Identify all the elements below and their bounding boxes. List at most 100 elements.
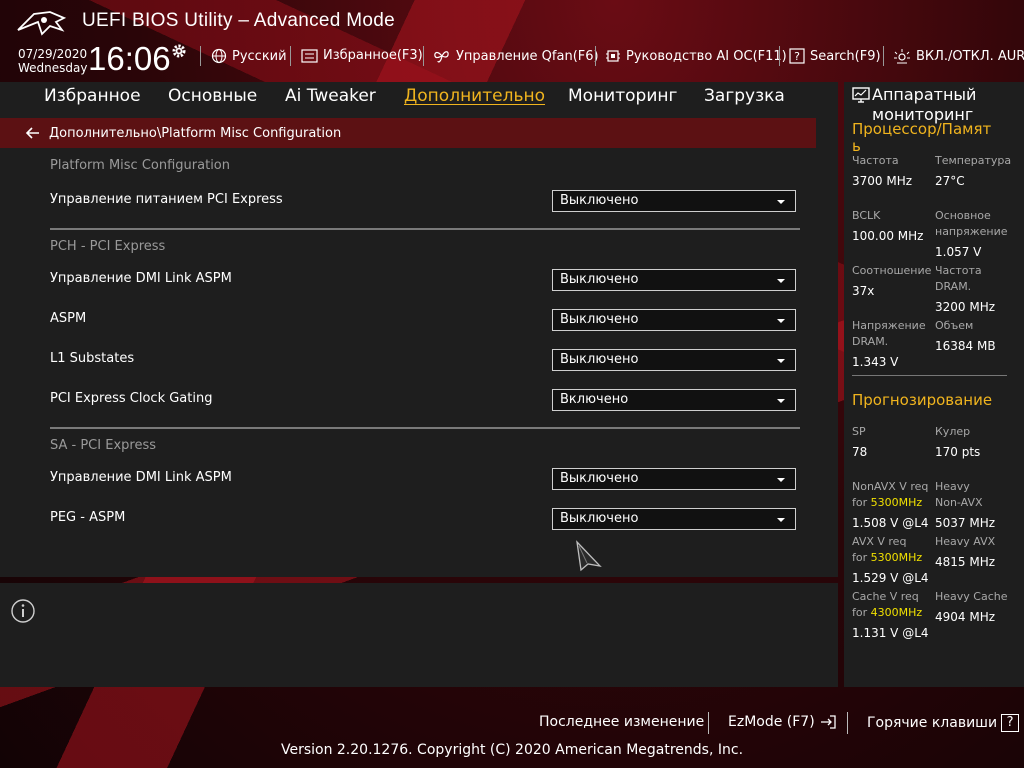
heavy-cache-label: Heavy Cache bbox=[935, 590, 1008, 603]
sa-dmi-aspm-value: Выключено bbox=[560, 471, 639, 486]
hotkeys-button[interactable]: Горячие клавиши ? bbox=[867, 714, 1020, 732]
language-button[interactable]: Русский bbox=[211, 48, 287, 64]
clock-gating-value: Включено bbox=[560, 392, 629, 407]
dropdown-caret-icon bbox=[777, 478, 785, 482]
main-tabs: Избранное Основные Ai Tweaker Дополнител… bbox=[0, 82, 838, 112]
tab-ai-tweaker[interactable]: Ai Tweaker bbox=[285, 86, 376, 106]
target-frequency: 4300MHz bbox=[870, 606, 923, 619]
heading-line: ь bbox=[852, 137, 861, 155]
monitor-title: Аппаратный мониторинг bbox=[872, 85, 1022, 125]
settings-panel: Дополнительно\Platform Misc Configuratio… bbox=[0, 112, 838, 577]
ai-chip-icon bbox=[606, 50, 620, 62]
weekday-text: Wednesday bbox=[18, 61, 88, 75]
avx-req-value: 1.529 V @L4 bbox=[852, 571, 929, 585]
tab-monitor[interactable]: Мониторинг bbox=[568, 86, 677, 106]
label-line: Напряжение bbox=[852, 319, 926, 332]
search-label: Search(F9) bbox=[810, 48, 881, 64]
favorites-button[interactable]: Избранное(F3) bbox=[301, 48, 423, 63]
label-line: for 4300MHz bbox=[852, 605, 922, 621]
monitor-title-line: Аппаратный bbox=[872, 85, 977, 104]
clock-gating-dropdown[interactable]: Включено bbox=[552, 389, 796, 411]
l1-substates-label: L1 Substates bbox=[50, 351, 135, 366]
label-prefix: for bbox=[852, 496, 871, 509]
qfan-button[interactable]: Управление Qfan(F6) bbox=[433, 48, 599, 64]
dropdown-caret-icon bbox=[777, 359, 785, 363]
core-voltage-label: Основное напряжение bbox=[935, 208, 1008, 240]
app-title: UEFI BIOS Utility – Advanced Mode bbox=[82, 10, 395, 31]
label-line: Cache V req bbox=[852, 590, 919, 603]
sp-label: SP bbox=[852, 425, 866, 438]
dram-freq-label: Частота DRAM. bbox=[935, 263, 982, 295]
peg-aspm-value: Выключено bbox=[560, 511, 639, 526]
ezmode-button[interactable]: EzMode (F7) bbox=[728, 714, 837, 730]
label-line: for 5300MHz bbox=[852, 495, 928, 511]
back-arrow-icon[interactable] bbox=[25, 126, 41, 140]
l1-substates-value: Выключено bbox=[560, 352, 639, 367]
help-description-box bbox=[0, 583, 838, 687]
heavy-nonavx-label: Heavy Non-AVX bbox=[935, 479, 983, 511]
tab-favorites[interactable]: Избранное bbox=[44, 86, 141, 106]
favorites-label: Избранное(F3) bbox=[323, 48, 423, 63]
label-prefix: for bbox=[852, 606, 871, 619]
aura-label: ВКЛ./ОТКЛ. AURA( bbox=[916, 48, 1024, 64]
heading-line: Процессор/Памят bbox=[852, 120, 992, 138]
exit-arrow-icon bbox=[820, 715, 836, 729]
prediction-heading: Прогнозирование bbox=[852, 391, 993, 409]
favorites-list-icon bbox=[301, 48, 318, 63]
cache-req-value: 1.131 V @L4 bbox=[852, 626, 929, 640]
aura-button[interactable]: ВКЛ./ОТКЛ. AURA( bbox=[893, 48, 1024, 64]
header-separator bbox=[595, 46, 596, 66]
aura-light-icon bbox=[894, 49, 910, 64]
date-text: 07/29/2020 bbox=[18, 47, 88, 61]
dropdown-caret-icon bbox=[777, 399, 785, 403]
dropdown-caret-icon bbox=[777, 518, 785, 522]
aspm-dropdown[interactable]: Выключено bbox=[552, 309, 796, 331]
help-search-icon: ? bbox=[789, 48, 805, 64]
target-frequency: 5300MHz bbox=[870, 551, 923, 564]
temp-label: Температура bbox=[935, 154, 1012, 167]
ai-oc-button[interactable]: Руководство AI OC(F11) bbox=[605, 48, 787, 64]
monitor-screen-icon bbox=[852, 87, 870, 103]
section-divider bbox=[50, 427, 800, 429]
dram-voltage-label: Напряжение DRAM. bbox=[852, 318, 926, 350]
breadcrumb: Дополнительно\Platform Misc Configuratio… bbox=[0, 118, 816, 148]
tab-main[interactable]: Основные bbox=[168, 86, 257, 106]
capacity-label: Объем bbox=[935, 319, 974, 332]
mouse-pointer-icon bbox=[576, 540, 602, 572]
nonavx-req-label: NonAVX V req for 5300MHz bbox=[852, 479, 928, 511]
gear-icon[interactable] bbox=[170, 42, 188, 60]
section-platform-misc: Platform Misc Configuration bbox=[50, 158, 231, 173]
header-separator bbox=[200, 46, 201, 66]
fan-icon bbox=[434, 51, 449, 63]
dropdown-caret-icon bbox=[777, 279, 785, 283]
section-pch-pcie: PCH - PCI Express bbox=[50, 239, 166, 254]
tab-boot[interactable]: Загрузка bbox=[704, 86, 785, 106]
version-text: Version 2.20.1276. Copyright (C) 2020 Am… bbox=[280, 742, 744, 758]
dram-freq-value: 3200 MHz bbox=[935, 300, 996, 314]
search-button[interactable]: ? Search(F9) bbox=[789, 48, 881, 64]
section-sa-pcie: SA - PCI Express bbox=[50, 438, 156, 453]
pcie-power-dropdown[interactable]: Выключено bbox=[552, 190, 796, 212]
heavy-avx-label: Heavy AVX bbox=[935, 535, 996, 548]
bclk-value: 100.00 MHz bbox=[852, 229, 924, 243]
aspm-label: ASPM bbox=[50, 311, 87, 326]
pch-dmi-aspm-dropdown[interactable]: Выключено bbox=[552, 269, 796, 291]
pcie-power-label: Управление питанием PCI Express bbox=[50, 192, 283, 207]
label-line: DRAM. bbox=[852, 335, 889, 348]
cpu-memory-heading: Процессор/Памят ь bbox=[852, 120, 1012, 155]
l1-substates-dropdown[interactable]: Выключено bbox=[552, 349, 796, 371]
label-line: DRAM. bbox=[935, 280, 972, 293]
temp-value: 27°C bbox=[935, 174, 965, 188]
last-modified-button[interactable]: Последнее изменение bbox=[539, 714, 704, 730]
cooler-value: 170 pts bbox=[935, 445, 981, 459]
peg-aspm-dropdown[interactable]: Выключено bbox=[552, 508, 796, 530]
header-separator bbox=[290, 46, 291, 66]
label-line: for 5300MHz bbox=[852, 550, 922, 566]
target-frequency: 5300MHz bbox=[870, 496, 923, 509]
sa-dmi-aspm-dropdown[interactable]: Выключено bbox=[552, 468, 796, 490]
tab-advanced[interactable]: Дополнительно bbox=[404, 86, 545, 106]
footer-separator bbox=[708, 712, 709, 734]
ezmode-label: EzMode (F7) bbox=[728, 714, 815, 730]
language-label: Русский bbox=[232, 48, 287, 64]
dropdown-caret-icon bbox=[777, 200, 785, 204]
